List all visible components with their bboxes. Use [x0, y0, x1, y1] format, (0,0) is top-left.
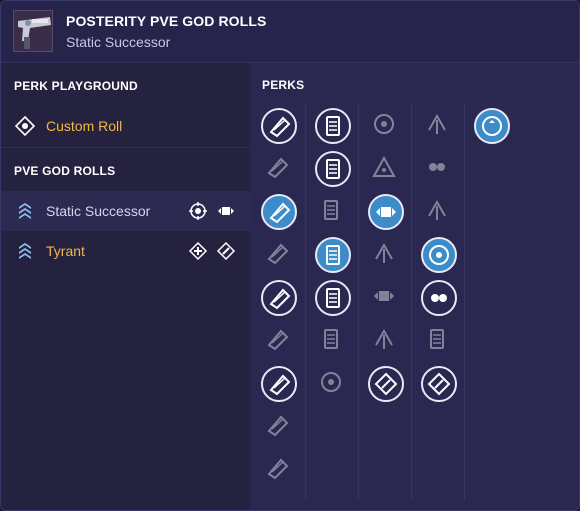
triangle-eye-icon [372, 155, 396, 177]
barrel-small-icon [267, 415, 289, 437]
diamond-burst-icon [427, 372, 451, 396]
perk-swirl-icon[interactable] [421, 194, 457, 230]
barrel-arrow-icon [269, 116, 291, 138]
magazine-box-icon [326, 159, 340, 179]
perk-diamond-slash-icon[interactable] [368, 366, 404, 402]
perk-diamond-burst-icon[interactable] [421, 366, 457, 402]
column-divider [411, 103, 412, 500]
perk-target-ring-icon[interactable] [368, 108, 404, 144]
god-rolls-panel: POSTERITY PVE GOD ROLLS Static Successor… [0, 0, 580, 511]
swirl-icon [428, 199, 446, 220]
diamond-slash-icon [374, 372, 398, 396]
perk-magazine-flat-icon[interactable] [315, 323, 351, 359]
roll-label: Static Successor [46, 203, 151, 219]
barrel-icon [267, 157, 289, 179]
perk-double-droplet-icon[interactable] [421, 280, 457, 316]
sidebar: PERK PLAYGROUND Custom Roll PVE GOD ROLL… [1, 63, 250, 510]
weapon-thumbnail-icon [13, 10, 53, 52]
selected-burst-icon [376, 207, 396, 217]
perk-crosshair-icon[interactable] [315, 366, 351, 402]
perk-selected-barrel-icon[interactable] [261, 194, 297, 230]
barrel-small-icon [267, 458, 289, 480]
target-icon [189, 202, 207, 220]
barrel-round-icon [269, 374, 291, 396]
barrel-cross-icon [269, 288, 291, 310]
diamond-slash-icon [216, 241, 236, 261]
panel-header: POSTERITY PVE GOD ROLLS Static Successor [1, 1, 579, 63]
column-divider [358, 103, 359, 500]
perk-flames-icon[interactable] [368, 280, 404, 316]
magazine-flat-icon [324, 329, 338, 349]
perk-wing-icon[interactable] [368, 237, 404, 273]
chevron-rank-icon [19, 203, 31, 219]
custom-roll-label: Custom Roll [46, 118, 123, 134]
magazine-stack-icon [326, 288, 340, 308]
figure-icon [429, 163, 445, 171]
selected-magazine-icon [326, 245, 340, 265]
divider [1, 147, 250, 148]
magazine-lines-icon [326, 116, 340, 136]
custom-roll-item[interactable]: Custom Roll [1, 106, 250, 146]
barrel-dot-icon [267, 243, 289, 265]
double-droplet-icon [431, 294, 447, 302]
page-title: POSTERITY PVE GOD ROLLS [66, 13, 267, 29]
stack-icon [430, 329, 444, 349]
perk-magazine-box-icon[interactable] [315, 151, 351, 187]
perk-magazine-stack-icon[interactable] [315, 280, 351, 316]
perk-stack-icon[interactable] [421, 323, 457, 359]
barrel-long-icon [267, 329, 289, 351]
burst-icon [218, 207, 234, 215]
roll-item-tyrant[interactable]: Tyrant [1, 231, 250, 271]
pve-god-rolls-heading: PVE GOD ROLLS [14, 164, 116, 178]
perk-triple-arrows-icon[interactable] [368, 323, 404, 359]
selected-cycle-icon [482, 116, 502, 136]
target-ring-icon [374, 114, 394, 134]
wing-icon [375, 242, 393, 263]
perk-barrel-small-icon[interactable] [261, 452, 297, 488]
diamond-burst-icon [188, 241, 208, 261]
perk-shield-spark-icon[interactable] [421, 108, 457, 144]
perk-playground-heading: PERK PLAYGROUND [14, 79, 138, 93]
perk-selected-magazine-icon[interactable] [315, 237, 351, 273]
flames-icon [374, 291, 394, 301]
perks-heading: PERKS [262, 78, 305, 92]
magazine-pin-icon [324, 200, 338, 220]
perk-barrel-cross-icon[interactable] [261, 280, 297, 316]
roll-item-static-successor[interactable]: Static Successor [1, 191, 250, 231]
perk-selected-cycle-icon[interactable] [474, 108, 510, 144]
column-divider [305, 103, 306, 500]
selected-target-icon [429, 245, 449, 265]
crosshair-icon [321, 372, 341, 392]
perk-triangle-eye-icon[interactable] [368, 151, 404, 187]
triple-arrows-icon [375, 328, 393, 349]
perk-barrel-dot-icon[interactable] [261, 237, 297, 273]
perk-barrel-icon[interactable] [261, 151, 297, 187]
shield-spark-icon [428, 113, 446, 134]
chevron-rank-icon [19, 243, 31, 259]
perk-barrel-small-icon[interactable] [261, 409, 297, 445]
perk-magazine-lines-icon[interactable] [315, 108, 351, 144]
perk-barrel-round-icon[interactable] [261, 366, 297, 402]
perk-selected-target-icon[interactable] [421, 237, 457, 273]
perk-barrel-long-icon[interactable] [261, 323, 297, 359]
page-subtitle: Static Successor [66, 34, 171, 50]
perk-figure-icon[interactable] [421, 151, 457, 187]
roll-label: Tyrant [46, 243, 85, 259]
diamond-target-icon [15, 116, 35, 136]
perk-magazine-pin-icon[interactable] [315, 194, 351, 230]
perk-barrel-arrow-icon[interactable] [261, 108, 297, 144]
perks-panel: PERKS [250, 63, 579, 510]
column-divider [464, 103, 465, 500]
perk-selected-burst-icon[interactable] [368, 194, 404, 230]
selected-barrel-icon [269, 202, 291, 224]
